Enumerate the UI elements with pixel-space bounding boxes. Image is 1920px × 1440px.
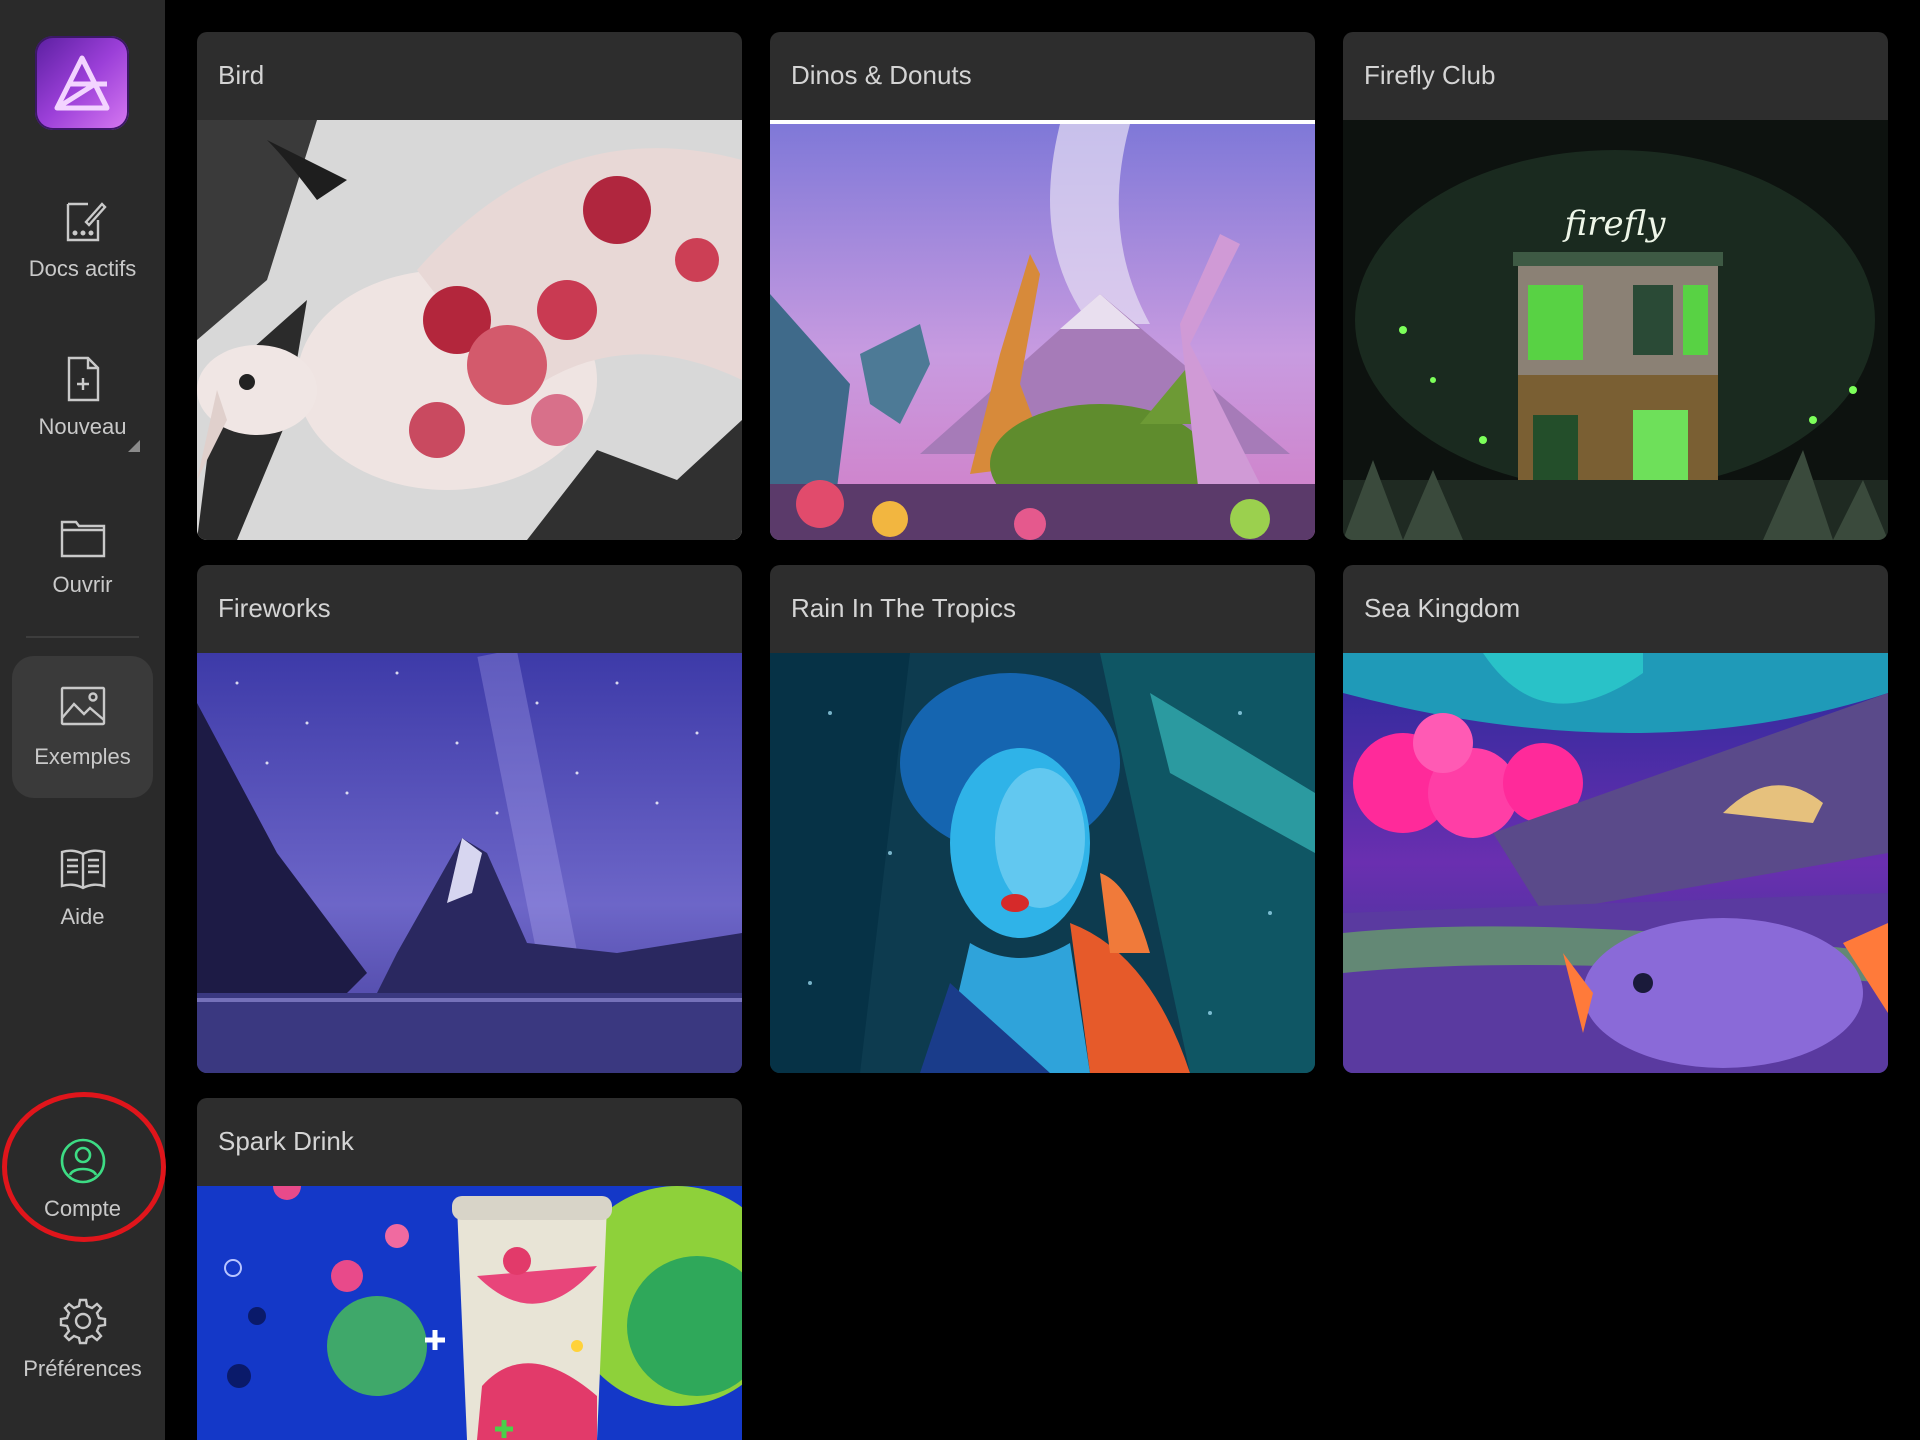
sidebar-item-label: Ouvrir [52, 572, 113, 597]
sample-card-sea-kingdom[interactable]: Sea Kingdom [1343, 565, 1888, 1073]
sidebar-item-open[interactable]: Ouvrir [12, 506, 153, 648]
sample-card-fireworks[interactable]: Fireworks [197, 565, 742, 1073]
sidebar-item-preferences[interactable]: Préférences [12, 1290, 153, 1432]
sample-title: Dinos & Donuts [791, 60, 972, 90]
sidebar: Docs actifs Nouveau Ouvrir Exemples Aide… [0, 0, 166, 1440]
sidebar-item-account[interactable]: Compte [12, 1132, 153, 1274]
sample-title: Bird [218, 60, 265, 90]
sample-card-bird[interactable]: Bird [197, 32, 742, 540]
sample-thumbnail [770, 120, 1315, 540]
account-icon [58, 1136, 108, 1186]
sidebar-item-help[interactable]: Aide [12, 838, 153, 980]
sample-thumbnail [770, 653, 1315, 1073]
sidebar-item-label: Préférences [23, 1356, 142, 1381]
sidebar-item-new[interactable]: Nouveau [12, 348, 153, 490]
sidebar-item-label: Docs actifs [28, 256, 137, 281]
sidebar-item-label: Compte [43, 1196, 122, 1221]
sample-title: Sea Kingdom [1364, 593, 1521, 623]
folder-icon [58, 512, 108, 562]
gear-icon [58, 1296, 108, 1346]
sample-title: Rain In The Tropics [791, 593, 1016, 623]
sample-title: Fireworks [218, 593, 331, 623]
image-icon [58, 682, 108, 732]
svg-text:firefly: firefly [1562, 204, 1667, 244]
sidebar-item-label: Aide [60, 904, 105, 929]
sidebar-item-active-docs[interactable]: Docs actifs [12, 190, 153, 332]
sample-card-spark-drink[interactable]: Spark Drink [197, 1098, 742, 1440]
app-logo [35, 36, 129, 130]
sample-card-dinos-donuts[interactable]: Dinos & Donuts [770, 32, 1315, 540]
sidebar-divider [26, 636, 139, 638]
sample-thumbnail [1343, 653, 1888, 1073]
sample-title: Firefly Club [1364, 60, 1496, 90]
sample-title: Spark Drink [218, 1126, 354, 1156]
sample-thumbnail [197, 653, 742, 1073]
new-document-icon [58, 354, 108, 404]
sample-card-firefly-club[interactable]: Firefly Club firefly [1343, 32, 1888, 540]
sidebar-item-samples[interactable]: Exemples [12, 656, 153, 798]
sidebar-item-label: Nouveau [38, 414, 127, 439]
sample-card-rain-in-the-tropics[interactable]: Rain In The Tropics [770, 565, 1315, 1073]
sample-thumbnail [197, 1186, 742, 1440]
submenu-indicator-icon [128, 440, 140, 452]
sample-thumbnail [197, 120, 742, 540]
sidebar-item-label: Exemples [34, 744, 131, 769]
sample-thumbnail: firefly [1343, 120, 1888, 540]
book-icon [58, 844, 108, 894]
active-docs-icon [58, 196, 108, 246]
